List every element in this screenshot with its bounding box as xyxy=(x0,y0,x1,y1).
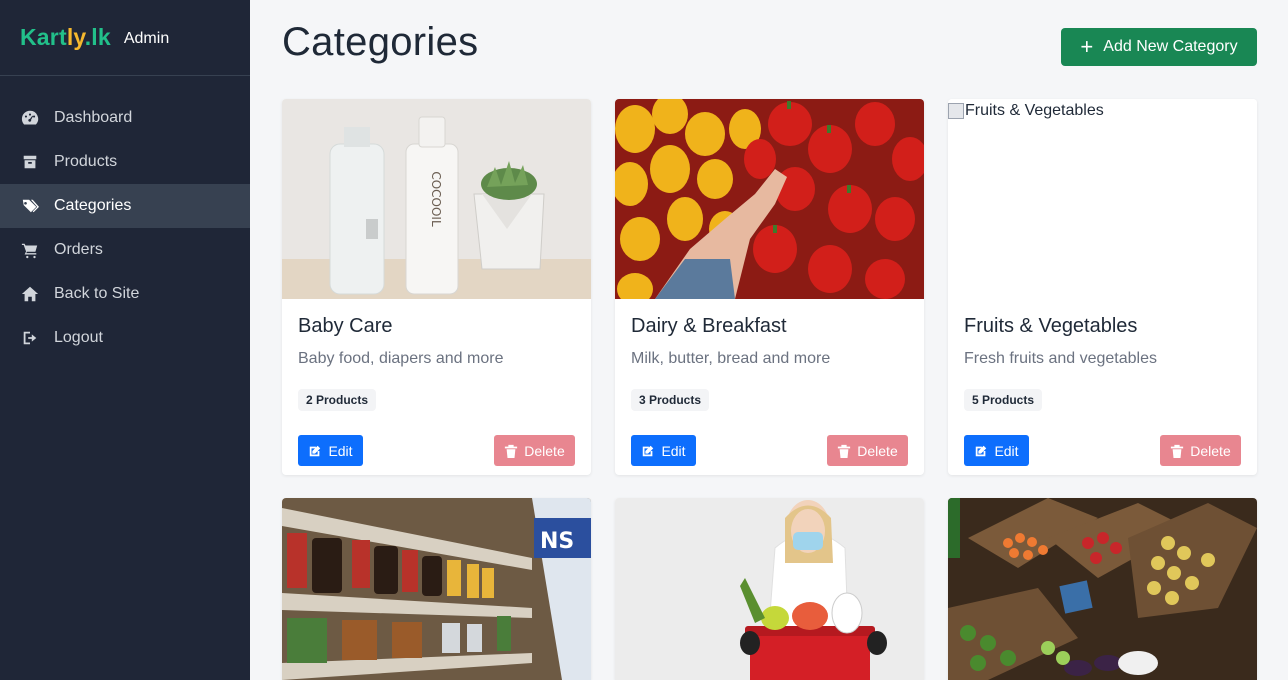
sidebar-nav: Dashboard Products Categories Orders Bac… xyxy=(0,96,250,360)
page-title: Categories xyxy=(282,20,479,64)
sidebar-item-label: Back to Site xyxy=(54,285,140,302)
card-body: Baby Care Baby food, diapers and more 2 … xyxy=(282,299,591,475)
trash-icon xyxy=(838,444,851,458)
main-content: Categories + Add New Category COCOOIL Ba… xyxy=(250,0,1288,680)
edit-label: Edit xyxy=(328,442,353,459)
delete-button[interactable]: Delete xyxy=(827,435,908,466)
tags-icon xyxy=(20,196,40,216)
delete-button[interactable]: Delete xyxy=(494,435,575,466)
category-image xyxy=(948,498,1257,680)
edit-label: Edit xyxy=(994,442,1019,459)
plus-icon: + xyxy=(1080,34,1094,59)
edit-icon xyxy=(643,445,654,456)
category-card: Dairy & Breakfast Milk, butter, bread an… xyxy=(615,99,924,475)
delete-label: Delete xyxy=(1190,442,1231,459)
category-card: COCOOIL Baby Care Baby food, diapers and… xyxy=(282,99,591,475)
category-image xyxy=(615,498,924,680)
edit-button[interactable]: Edit xyxy=(964,435,1029,466)
sidebar-item-label: Categories xyxy=(54,197,132,214)
category-name: Dairy & Breakfast xyxy=(631,315,787,337)
sidebar-item-dashboard[interactable]: Dashboard xyxy=(0,96,250,140)
card-body: Fruits & Vegetables Fresh fruits and veg… xyxy=(948,299,1257,475)
add-category-label: Add New Category xyxy=(1103,38,1238,55)
sidebar-item-orders[interactable]: Orders xyxy=(0,228,250,272)
brand-logo[interactable]: Kartly.lk xyxy=(20,24,111,51)
category-card xyxy=(948,498,1257,680)
edit-button[interactable]: Edit xyxy=(631,435,696,466)
product-count-badge: 2 Products xyxy=(298,389,377,411)
category-card: NS xyxy=(282,498,591,680)
home-icon xyxy=(20,284,40,304)
trash-icon xyxy=(1171,444,1184,458)
category-description: Baby food, diapers and more xyxy=(298,350,504,367)
brand-subtitle: Admin xyxy=(123,29,170,47)
edit-icon xyxy=(976,445,987,456)
sidebar-item-categories[interactable]: Categories xyxy=(0,184,250,228)
brand: Kartly.lk Admin xyxy=(0,0,250,76)
sidebar-item-back-to-site[interactable]: Back to Site xyxy=(0,272,250,316)
cart-icon xyxy=(20,240,40,260)
add-category-button[interactable]: + Add New Category xyxy=(1061,28,1257,66)
sidebar-item-label: Orders xyxy=(54,241,103,258)
sidebar-item-label: Products xyxy=(54,153,118,170)
category-name: Baby Care xyxy=(298,315,393,337)
delete-label: Delete xyxy=(857,442,898,459)
svg-text:NS: NS xyxy=(540,529,574,554)
category-card: Fruits & Vegetables Fruits & Vegetables … xyxy=(948,99,1257,475)
category-card xyxy=(615,498,924,680)
category-name: Fruits & Vegetables xyxy=(964,315,1138,337)
category-image: Fruits & Vegetables xyxy=(948,99,1257,299)
sidebar-item-label: Logout xyxy=(54,329,103,346)
category-image: COCOOIL xyxy=(282,99,591,299)
delete-button[interactable]: Delete xyxy=(1160,435,1241,466)
image-alt-text: Fruits & Vegetables xyxy=(948,102,1104,120)
edit-button[interactable]: Edit xyxy=(298,435,363,466)
product-count-badge: 3 Products xyxy=(631,389,710,411)
sidebar-item-label: Dashboard xyxy=(54,109,133,126)
logout-icon xyxy=(20,328,40,348)
edit-icon xyxy=(310,445,321,456)
dashboard-icon xyxy=(20,108,40,128)
card-body: Dairy & Breakfast Milk, butter, bread an… xyxy=(615,299,924,475)
category-image: NS xyxy=(282,498,591,680)
category-description: Milk, butter, bread and more xyxy=(631,350,831,367)
svg-text:COCOOIL: COCOOIL xyxy=(429,171,443,227)
sidebar: Kartly.lk Admin Dashboard Products Categ… xyxy=(0,0,250,680)
product-count-badge: 5 Products xyxy=(964,389,1043,411)
trash-icon xyxy=(505,444,518,458)
box-icon xyxy=(20,152,40,172)
broken-image-icon xyxy=(948,103,964,119)
edit-label: Edit xyxy=(661,442,686,459)
sidebar-item-products[interactable]: Products xyxy=(0,140,250,184)
sidebar-item-logout[interactable]: Logout xyxy=(0,316,250,360)
category-description: Fresh fruits and vegetables xyxy=(964,350,1157,367)
delete-label: Delete xyxy=(524,442,565,459)
category-image xyxy=(615,99,924,299)
